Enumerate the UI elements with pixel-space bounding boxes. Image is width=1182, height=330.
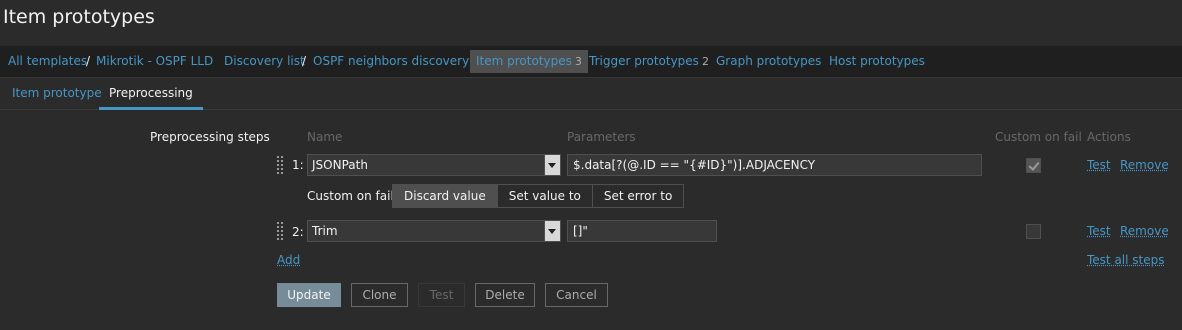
clone-button[interactable]: Clone [351,283,408,307]
step-type-select[interactable]: JSONPath [307,154,561,176]
test-all-steps-link[interactable]: Test all steps [1087,253,1165,267]
chevron-down-icon [544,221,560,241]
drag-handle-icon[interactable] [277,222,285,240]
step-type-select[interactable]: Trim [307,220,561,242]
radio-set-error-to[interactable]: Set error to [591,185,683,207]
breadcrumb-discovery-rule[interactable]: OSPF neighbors discovery [313,46,469,77]
nav-trigger-prototypes-count: 2 [701,55,709,68]
breadcrumb-template[interactable]: Mikrotik - OSPF LLD [96,46,213,77]
nav-item-prototypes-count: 3 [574,55,582,68]
column-header-custom-on-fail: Custom on fail [995,130,1082,144]
breadcrumb: All templates / Mikrotik - OSPF LLD Disc… [0,46,1182,78]
step-remove-link[interactable]: Remove [1120,224,1169,238]
step-type-value: Trim [312,224,338,238]
step-parameter-input[interactable]: $.data[?(@.ID == "{#ID}")].ADJACENCY [567,154,982,176]
custom-on-fail-checkbox[interactable] [1026,158,1041,173]
step-remove-link[interactable]: Remove [1120,158,1169,172]
update-button[interactable]: Update [277,283,341,307]
delete-button[interactable]: Delete [475,283,535,307]
custom-on-fail-checkbox[interactable] [1026,224,1041,239]
test-button[interactable]: Test [418,283,465,307]
preprocessing-form: Preprocessing steps Name Parameters Cust… [0,110,1182,320]
step-test-link[interactable]: Test [1087,158,1111,172]
radio-set-value-to[interactable]: Set value to [496,185,592,207]
add-step-link[interactable]: Add [277,253,300,267]
nav-graph-prototypes[interactable]: Graph prototypes [716,46,821,77]
nav-host-prototypes[interactable]: Host prototypes [829,46,925,77]
radio-discard-value[interactable]: Discard value [393,185,497,207]
nav-trigger-prototypes-label: Trigger prototypes [589,54,699,68]
breadcrumb-separator: / [302,54,307,68]
breadcrumb-all-templates[interactable]: All templates [8,46,87,77]
step-number: 2: [292,225,304,239]
nav-item-prototypes-label: Item prototypes [476,54,572,68]
page-title: Item prototypes [3,6,155,28]
column-header-name: Name [307,130,343,144]
tab-bar: Item prototype Preprocessing [0,80,1182,110]
chevron-down-icon [544,155,560,175]
custom-on-fail-radio-group: Discard value Set value to Set error to [392,184,685,208]
tab-preprocessing[interactable]: Preprocessing [99,80,203,110]
nav-trigger-prototypes[interactable]: Trigger prototypes 2 [589,46,709,77]
preprocessing-steps-label: Preprocessing steps [150,130,270,144]
step-test-link[interactable]: Test [1087,224,1111,238]
step-type-value: JSONPath [312,158,368,172]
column-header-actions: Actions [1087,130,1131,144]
step-number: 1: [292,158,304,172]
custom-on-fail-label: Custom on fail [307,189,394,203]
breadcrumb-discovery-list[interactable]: Discovery list [224,46,305,77]
tab-item-prototype[interactable]: Item prototype [2,80,112,107]
nav-item-prototypes[interactable]: Item prototypes 3 [470,50,588,73]
step-parameter-input[interactable]: []" [567,220,717,242]
drag-handle-icon[interactable] [277,156,285,174]
breadcrumb-separator: / [86,54,91,68]
cancel-button[interactable]: Cancel [545,283,608,307]
column-header-parameters: Parameters [567,130,636,144]
